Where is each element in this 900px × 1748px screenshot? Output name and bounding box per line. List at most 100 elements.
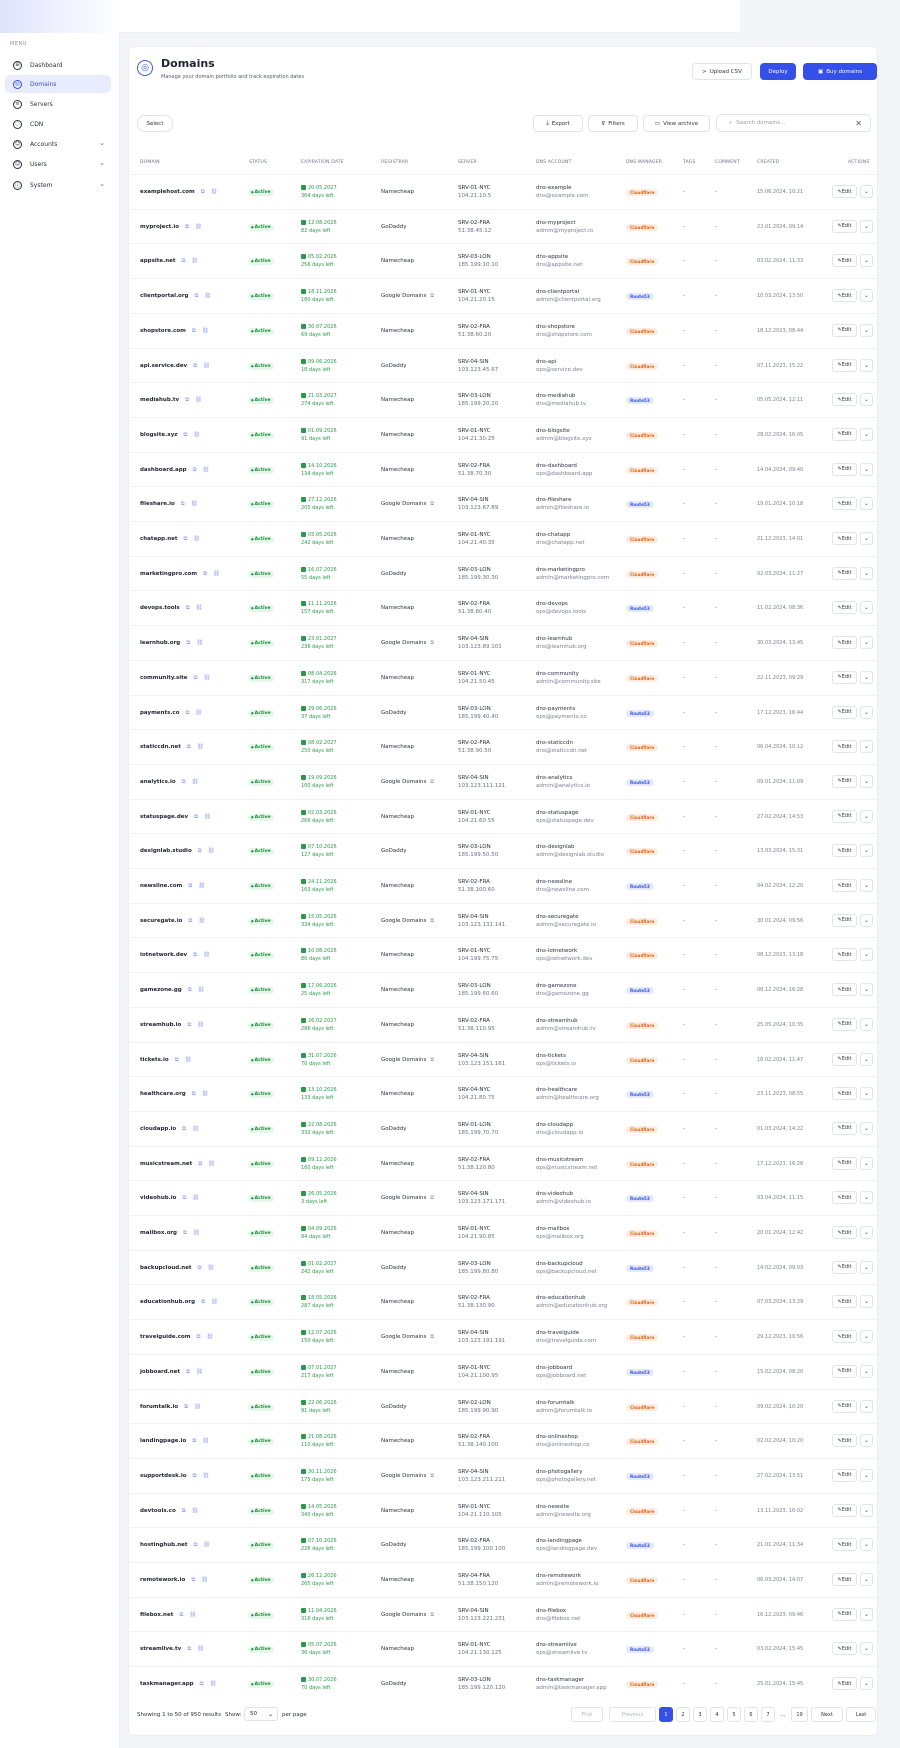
domain-name[interactable]: healthcare.org ⧉ ⛓ <box>140 1091 209 1098</box>
external-link-icon[interactable]: ⧉ <box>430 1334 434 1340</box>
row-menu-button[interactable]: ⌄ <box>860 219 873 233</box>
domain-name[interactable]: taskmanager.app ⧉ ⛓ <box>140 1681 217 1688</box>
previous-page-button[interactable]: Previous <box>609 1707 656 1722</box>
copy-icon[interactable]: ⧉ <box>185 710 189 716</box>
domain-text[interactable]: payments.co <box>140 710 179 716</box>
row-menu-button[interactable]: ⌄ <box>860 497 873 511</box>
external-link-icon[interactable]: ⧉ <box>430 779 434 785</box>
domain-name[interactable]: tickets.io ⧉ ⛓ <box>140 1057 192 1064</box>
row-menu-button[interactable]: ⌄ <box>860 913 873 927</box>
link-icon[interactable]: ⛓ <box>208 848 215 854</box>
domain-name[interactable]: statuspage.dev ⧉ ⛓ <box>140 814 211 821</box>
edit-button[interactable]: ✎ Edit <box>832 1503 857 1517</box>
edit-button[interactable]: ✎ Edit <box>832 1434 857 1448</box>
link-icon[interactable]: ⛓ <box>197 744 204 750</box>
domain-text[interactable]: analytics.io <box>140 779 176 785</box>
domain-name[interactable]: community.site ⧉ ⛓ <box>140 675 210 682</box>
copy-icon[interactable]: ⧉ <box>198 1265 202 1271</box>
page-button[interactable]: 3 <box>693 1707 707 1722</box>
copy-icon[interactable]: ⧉ <box>183 1230 187 1236</box>
domain-name[interactable]: videohub.io ⧉ ⛓ <box>140 1195 199 1202</box>
domain-text[interactable]: healthcare.org <box>140 1091 186 1097</box>
row-menu-button[interactable]: ⌄ <box>860 254 873 268</box>
copy-icon[interactable]: ⧉ <box>187 744 191 750</box>
row-menu-button[interactable]: ⌄ <box>860 774 873 788</box>
edit-button[interactable]: ✎ Edit <box>832 219 857 233</box>
link-icon[interactable]: ⛓ <box>203 363 210 369</box>
domain-text[interactable]: learnhub.org <box>140 640 180 646</box>
link-icon[interactable]: ⛓ <box>192 779 199 785</box>
domain-text[interactable]: marketingpro.com <box>140 571 197 577</box>
row-menu-button[interactable]: ⌄ <box>860 879 873 892</box>
edit-button[interactable]: ✎ Edit <box>832 948 857 962</box>
link-icon[interactable]: ⛓ <box>196 605 203 611</box>
row-menu-button[interactable]: ⌄ <box>860 670 873 684</box>
domain-name[interactable]: iotnetwork.dev ⧉ ⛓ <box>140 952 210 959</box>
domain-name[interactable]: landingpage.io ⧉ ⛓ <box>140 1438 209 1445</box>
copy-icon[interactable]: ⧉ <box>183 536 187 542</box>
domain-name[interactable]: appsite.net ⧉ ⛓ <box>140 258 198 265</box>
link-icon[interactable]: ⛓ <box>203 952 210 958</box>
edit-button[interactable]: ✎ Edit <box>832 1364 857 1378</box>
domain-text[interactable]: securegate.io <box>140 918 182 924</box>
row-menu-button[interactable]: ⌄ <box>860 809 873 823</box>
edit-button[interactable]: ✎ Edit <box>832 254 857 268</box>
copy-icon[interactable]: ⧉ <box>191 1577 195 1583</box>
copy-icon[interactable]: ⧉ <box>181 501 185 507</box>
view-archive-button[interactable]: ▭ View archive <box>643 115 710 132</box>
copy-icon[interactable]: ⧉ <box>182 1508 186 1514</box>
edit-button[interactable]: ✎ Edit <box>832 1052 857 1066</box>
link-icon[interactable]: ⛓ <box>202 1473 209 1479</box>
external-link-icon[interactable]: ⧉ <box>430 640 434 646</box>
copy-icon[interactable]: ⧉ <box>200 1681 204 1687</box>
domain-name[interactable]: dashboard.app ⧉ ⛓ <box>140 467 210 474</box>
link-icon[interactable]: ⛓ <box>185 1057 192 1063</box>
edit-button[interactable]: ✎ Edit <box>832 393 857 407</box>
domain-name[interactable]: newsline.com ⧉ ⛓ <box>140 883 205 890</box>
edit-button[interactable]: ✎ Edit <box>832 774 857 788</box>
link-icon[interactable]: ⛓ <box>208 1161 215 1167</box>
edit-button[interactable]: ✎ Edit <box>832 1087 857 1101</box>
copy-icon[interactable]: ⧉ <box>193 952 197 958</box>
sidebar-item-users[interactable]: ☺ Users ⌄ <box>5 155 111 173</box>
row-menu-button[interactable]: ⌄ <box>860 1677 873 1691</box>
domain-name[interactable]: shopstore.com ⧉ ⛓ <box>140 328 209 335</box>
domain-name[interactable]: staticcdn.net ⧉ ⛓ <box>140 744 204 751</box>
next-page-button[interactable]: Next <box>811 1707 843 1722</box>
copy-icon[interactable]: ⧉ <box>185 397 189 403</box>
domain-text[interactable]: newsline.com <box>140 883 182 889</box>
copy-icon[interactable]: ⧉ <box>186 640 190 646</box>
row-menu-button[interactable]: ⌄ <box>860 983 873 997</box>
domain-text[interactable]: statuspage.dev <box>140 814 188 820</box>
row-menu-button[interactable]: ⌄ <box>860 1295 873 1309</box>
row-menu-button[interactable]: ⌄ <box>860 532 873 545</box>
domain-name[interactable]: hostinghub.net ⧉ ⛓ <box>140 1542 210 1549</box>
row-menu-button[interactable]: ⌄ <box>860 462 873 476</box>
last-page-button[interactable]: Last <box>846 1707 876 1722</box>
edit-button[interactable]: ✎ Edit <box>832 185 857 198</box>
edit-button[interactable]: ✎ Edit <box>832 1399 857 1413</box>
row-menu-button[interactable]: ⌄ <box>860 1330 873 1344</box>
page-button[interactable]: 2 <box>676 1707 690 1722</box>
external-link-icon[interactable]: ⧉ <box>430 501 434 507</box>
link-icon[interactable]: ⛓ <box>204 293 211 299</box>
link-icon[interactable]: ⛓ <box>195 224 202 230</box>
domain-name[interactable]: devtools.co ⧉ ⛓ <box>140 1508 199 1515</box>
link-icon[interactable]: ⛓ <box>203 467 210 473</box>
copy-icon[interactable]: ⧉ <box>201 1299 205 1305</box>
link-icon[interactable]: ⛓ <box>197 1022 204 1028</box>
domain-text[interactable]: dashboard.app <box>140 467 187 473</box>
export-button[interactable]: ⤓ Export <box>533 115 583 132</box>
domain-name[interactable]: remotework.io ⧉ ⛓ <box>140 1577 208 1584</box>
domain-name[interactable]: clientportal.org ⧉ ⛓ <box>140 293 211 300</box>
link-icon[interactable]: ⛓ <box>202 1438 209 1444</box>
link-icon[interactable]: ⛓ <box>203 1542 210 1548</box>
domain-name[interactable]: marketingpro.com ⧉ ⛓ <box>140 571 220 578</box>
link-icon[interactable]: ⛓ <box>191 258 198 264</box>
upload-csv-button[interactable]: > Upload CSV <box>692 63 752 80</box>
row-menu-button[interactable]: ⌄ <box>860 185 873 198</box>
domain-text[interactable]: tickets.io <box>140 1057 169 1063</box>
domain-text[interactable]: hostinghub.net <box>140 1542 187 1548</box>
copy-icon[interactable]: ⧉ <box>194 814 198 820</box>
domain-name[interactable]: mediahub.tv ⧉ ⛓ <box>140 397 202 404</box>
